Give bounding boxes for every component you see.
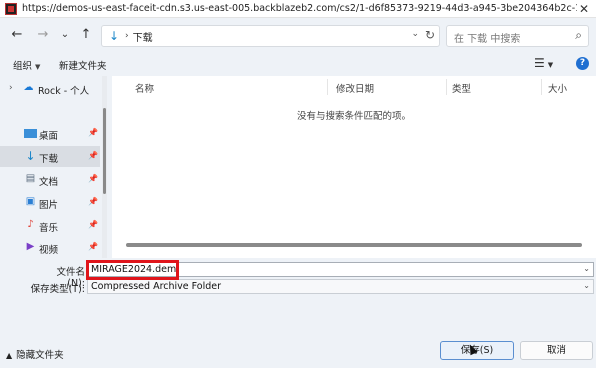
sidebar-item-label: 下载 [39,154,59,165]
pictures-icon: ▣ [25,196,36,207]
expand-chevron-icon[interactable]: › [9,83,13,93]
sidebar-item-label: 视频 [39,245,59,256]
column-divider[interactable] [327,79,328,95]
column-header-name[interactable]: 名称 [135,81,154,95]
navigation-pane-scrollbar[interactable] [102,76,107,258]
up-arrow-icon[interactable]: ↑ [78,27,94,43]
document-icon: ▤ [25,173,36,184]
filetype-value: Compressed Archive Folder [91,281,221,292]
help-icon[interactable]: ? [576,57,589,70]
download-icon: ↓ [108,29,120,43]
cancel-button[interactable]: 取消 [520,341,593,360]
sidebar-item-onedrive[interactable]: › ☁ Rock - 个人 [0,78,100,99]
pin-icon[interactable]: 📌 [88,174,98,183]
hide-folders-label: 隐藏文件夹 [16,350,64,361]
sidebar-item-music[interactable]: ♪ 音乐 📌 [0,215,100,236]
search-placeholder: 在 下载 中搜索 [454,34,521,45]
sidebar-item-desktop[interactable]: 桌面 📌 [0,123,100,144]
filename-value: MIRAGE2024.dem [91,264,177,275]
search-input[interactable]: 在 下载 中搜索 ⌕ [446,25,589,47]
app-icon [5,2,17,15]
column-header-size[interactable]: 大小 [548,81,567,95]
cloud-icon: ☁ [23,82,34,93]
view-options-button[interactable]: ☰ ▼ [534,56,553,70]
column-header-modified[interactable]: 修改日期 [336,81,374,95]
hide-folders-toggle[interactable]: ▲ 隐藏文件夹 [6,347,64,361]
address-bar[interactable]: ↓ › 下载 ⌄ ↻ [101,25,440,47]
chevron-down-icon[interactable]: ⌄ [583,264,590,273]
horizontal-scrollbar[interactable] [126,241,596,249]
refresh-icon[interactable]: ↻ [425,28,435,42]
organize-button[interactable]: 组织 ▼ [13,58,40,72]
window-title: https://demos-us-east-faceit-cdn.s3.us-e… [22,3,577,14]
sidebar-item-downloads[interactable]: ↓ 下载 📌 [0,146,100,167]
view-list-icon: ☰ [534,56,545,70]
music-icon: ♪ [27,219,34,230]
column-header-type[interactable]: 类型 [452,81,471,95]
chevron-down-icon[interactable]: ⌄ [583,281,590,290]
download-icon: ↓ [25,149,36,163]
save-form: 文件名(N): MIRAGE2024.dem ⌄ 保存类型(T): Compre… [0,258,596,298]
video-icon: ▶ [26,241,35,252]
scrollbar-thumb[interactable] [103,108,106,194]
recent-locations-chevron-icon[interactable]: ⌄ [57,27,73,43]
pin-icon[interactable]: 📌 [88,151,98,160]
close-icon[interactable]: ✕ [575,1,593,17]
forward-arrow-icon[interactable]: → [35,27,51,43]
filetype-label: 保存类型(T): [30,284,85,295]
breadcrumb-separator-icon: › [125,31,129,41]
address-dropdown-icon[interactable]: ⌄ [411,29,419,39]
navigation-bar: ← → ⌄ ↑ ↓ › 下载 ⌄ ↻ 在 下载 中搜索 ⌕ [0,18,596,52]
pin-icon[interactable]: 📌 [88,197,98,206]
column-divider[interactable] [446,79,447,95]
new-folder-button[interactable]: 新建文件夹 [59,58,107,72]
column-divider[interactable] [541,79,542,95]
sidebar-item-documents[interactable]: ▤ 文档 📌 [0,169,100,190]
desktop-icon [24,129,37,138]
empty-results-message: 没有与搜索条件匹配的项。 [296,111,411,122]
pin-icon[interactable]: 📌 [88,220,98,229]
sidebar-item-label: 图片 [39,200,59,211]
filename-field[interactable]: MIRAGE2024.dem ⌄ [87,262,594,277]
sidebar-item-label: 桌面 [39,131,59,142]
sidebar-item-label: 音乐 [39,223,59,234]
organize-label: 组织 [13,61,33,72]
pin-icon[interactable]: 📌 [88,242,98,251]
scrollbar-thumb[interactable] [126,243,582,247]
sidebar-item-videos[interactable]: ▶ 视频 📌 [0,237,100,258]
dialog-footer: ▲ 隐藏文件夹 保存(S) 取消 [0,298,596,368]
chevron-up-icon: ▲ [6,351,13,360]
command-bar: 组织 ▼ 新建文件夹 ☰ ▼ ? [0,52,596,76]
file-list: 名称 修改日期 类型 大小 没有与搜索条件匹配的项。 [112,76,596,258]
navigation-pane: › ☁ Rock - 个人 桌面 📌 ↓ 下载 📌 ▤ 文档 📌 ▣ 图片 📌 … [0,76,110,258]
pin-icon[interactable]: 📌 [88,128,98,137]
filetype-select[interactable]: Compressed Archive Folder ⌄ [87,279,594,294]
chevron-down-icon: ▼ [547,61,554,69]
sidebar-item-label: 文档 [39,177,59,188]
breadcrumb-downloads[interactable]: 下载 [133,29,153,44]
sidebar-item-pictures[interactable]: ▣ 图片 📌 [0,192,100,213]
sidebar-item-label: Rock - 个人 [38,86,90,97]
chevron-down-icon: ▼ [35,63,41,71]
back-arrow-icon[interactable]: ← [9,27,25,43]
search-icon[interactable]: ⌕ [575,28,582,43]
title-bar: https://demos-us-east-faceit-cdn.s3.us-e… [0,0,596,18]
